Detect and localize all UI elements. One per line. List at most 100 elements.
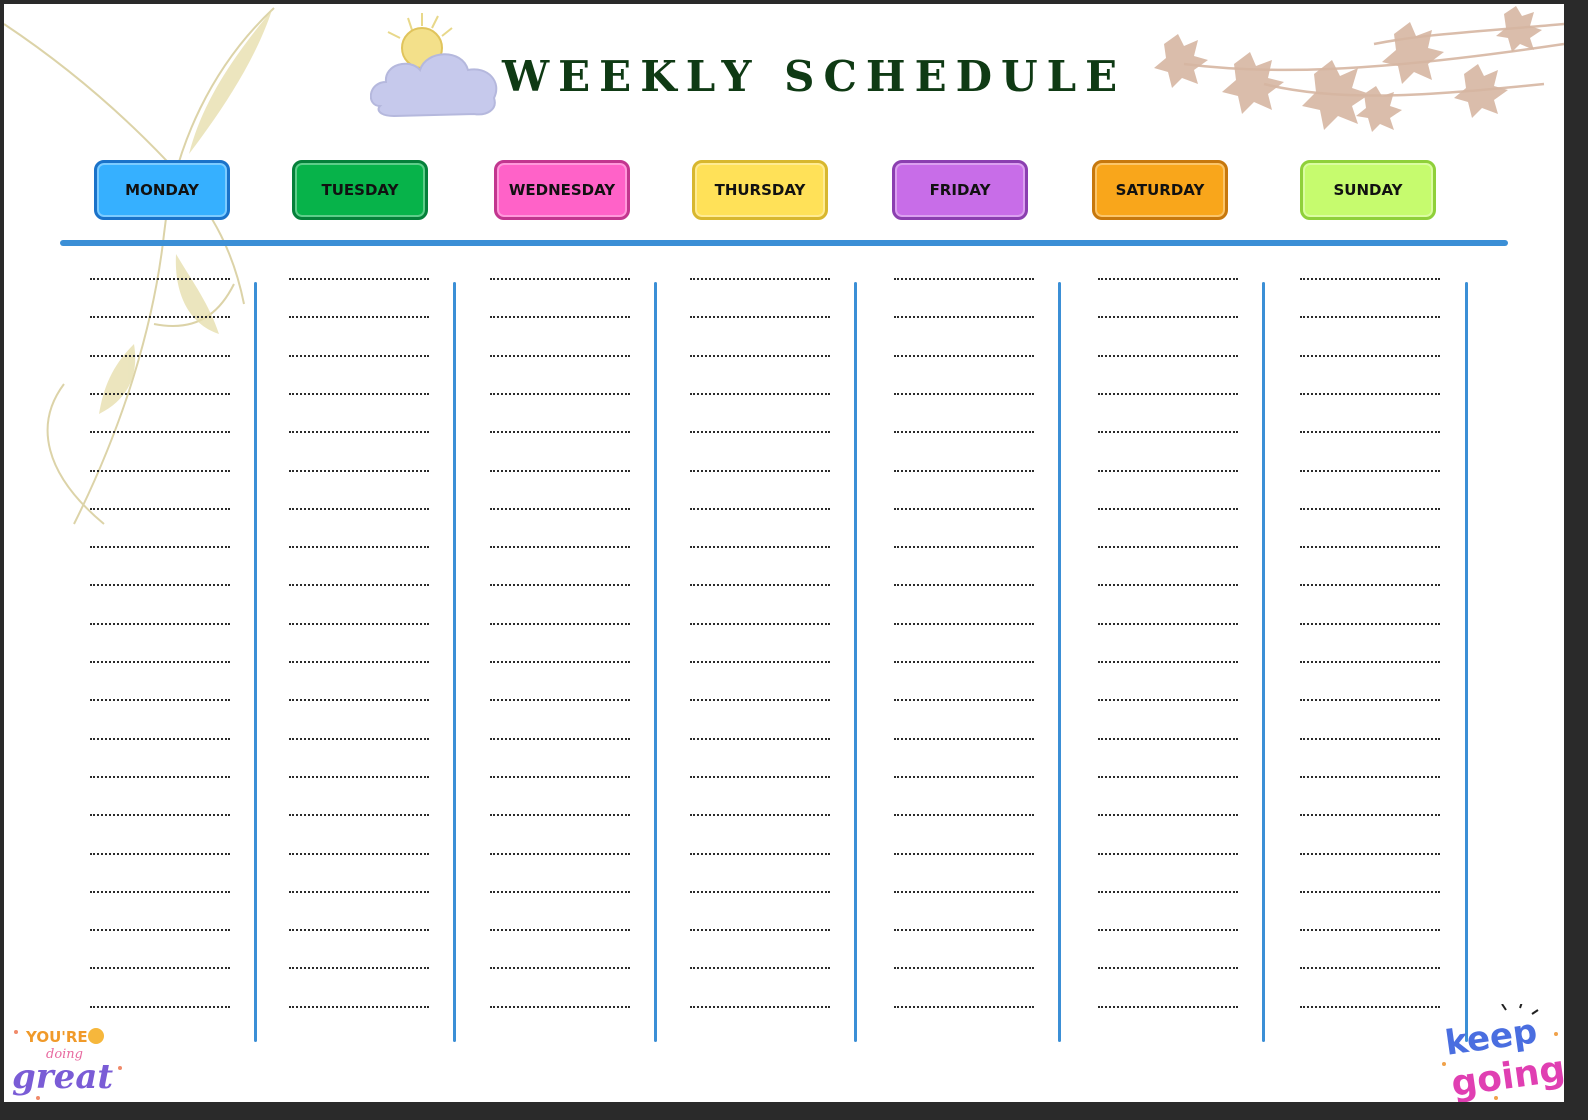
writing-line[interactable] bbox=[90, 661, 230, 663]
writing-line[interactable] bbox=[1300, 661, 1440, 663]
writing-line[interactable] bbox=[1300, 316, 1440, 318]
writing-line[interactable] bbox=[690, 584, 830, 586]
writing-line[interactable] bbox=[90, 278, 230, 280]
writing-line[interactable] bbox=[1300, 623, 1440, 625]
writing-line[interactable] bbox=[1300, 814, 1440, 816]
writing-line[interactable] bbox=[1098, 814, 1238, 816]
writing-line[interactable] bbox=[690, 776, 830, 778]
writing-line[interactable] bbox=[690, 623, 830, 625]
writing-line[interactable] bbox=[894, 393, 1034, 395]
writing-line[interactable] bbox=[289, 584, 429, 586]
writing-line[interactable] bbox=[894, 929, 1034, 931]
writing-line[interactable] bbox=[1098, 967, 1238, 969]
writing-line[interactable] bbox=[289, 546, 429, 548]
writing-line[interactable] bbox=[1098, 316, 1238, 318]
writing-line[interactable] bbox=[894, 508, 1034, 510]
writing-line[interactable] bbox=[1300, 470, 1440, 472]
writing-line[interactable] bbox=[90, 891, 230, 893]
writing-line[interactable] bbox=[289, 699, 429, 701]
writing-line[interactable] bbox=[289, 661, 429, 663]
writing-line[interactable] bbox=[490, 1006, 630, 1008]
writing-line[interactable] bbox=[894, 584, 1034, 586]
writing-line[interactable] bbox=[1300, 891, 1440, 893]
writing-line[interactable] bbox=[690, 393, 830, 395]
writing-line[interactable] bbox=[894, 891, 1034, 893]
writing-line[interactable] bbox=[90, 393, 230, 395]
writing-line[interactable] bbox=[1098, 853, 1238, 855]
writing-line[interactable] bbox=[289, 508, 429, 510]
writing-line[interactable] bbox=[1300, 584, 1440, 586]
writing-line[interactable] bbox=[894, 967, 1034, 969]
writing-line[interactable] bbox=[894, 738, 1034, 740]
writing-line[interactable] bbox=[690, 431, 830, 433]
writing-line[interactable] bbox=[289, 776, 429, 778]
writing-line[interactable] bbox=[690, 929, 830, 931]
writing-line[interactable] bbox=[490, 699, 630, 701]
writing-line[interactable] bbox=[90, 431, 230, 433]
writing-line[interactable] bbox=[1098, 431, 1238, 433]
writing-line[interactable] bbox=[690, 661, 830, 663]
writing-line[interactable] bbox=[1098, 508, 1238, 510]
writing-line[interactable] bbox=[90, 776, 230, 778]
writing-line[interactable] bbox=[1300, 508, 1440, 510]
writing-line[interactable] bbox=[90, 316, 230, 318]
writing-line[interactable] bbox=[289, 393, 429, 395]
writing-line[interactable] bbox=[894, 814, 1034, 816]
writing-line[interactable] bbox=[1098, 699, 1238, 701]
writing-line[interactable] bbox=[289, 814, 429, 816]
writing-line[interactable] bbox=[894, 776, 1034, 778]
writing-line[interactable] bbox=[490, 623, 630, 625]
writing-line[interactable] bbox=[90, 623, 230, 625]
writing-line[interactable] bbox=[90, 814, 230, 816]
writing-line[interactable] bbox=[1098, 584, 1238, 586]
writing-line[interactable] bbox=[690, 355, 830, 357]
writing-line[interactable] bbox=[690, 967, 830, 969]
writing-line[interactable] bbox=[894, 355, 1034, 357]
writing-line[interactable] bbox=[1300, 929, 1440, 931]
writing-line[interactable] bbox=[490, 316, 630, 318]
writing-line[interactable] bbox=[490, 967, 630, 969]
writing-line[interactable] bbox=[1300, 1006, 1440, 1008]
writing-line[interactable] bbox=[1300, 355, 1440, 357]
writing-line[interactable] bbox=[289, 853, 429, 855]
writing-line[interactable] bbox=[289, 738, 429, 740]
writing-line[interactable] bbox=[894, 1006, 1034, 1008]
writing-line[interactable] bbox=[90, 699, 230, 701]
writing-line[interactable] bbox=[490, 853, 630, 855]
writing-line[interactable] bbox=[289, 623, 429, 625]
writing-line[interactable] bbox=[490, 470, 630, 472]
writing-line[interactable] bbox=[1300, 431, 1440, 433]
writing-line[interactable] bbox=[1300, 278, 1440, 280]
writing-line[interactable] bbox=[90, 508, 230, 510]
writing-line[interactable] bbox=[490, 776, 630, 778]
writing-line[interactable] bbox=[490, 546, 630, 548]
writing-line[interactable] bbox=[894, 661, 1034, 663]
writing-line[interactable] bbox=[1300, 967, 1440, 969]
writing-line[interactable] bbox=[1300, 546, 1440, 548]
writing-line[interactable] bbox=[690, 738, 830, 740]
writing-line[interactable] bbox=[690, 699, 830, 701]
writing-line[interactable] bbox=[690, 470, 830, 472]
writing-line[interactable] bbox=[1098, 393, 1238, 395]
writing-line[interactable] bbox=[690, 508, 830, 510]
writing-line[interactable] bbox=[289, 316, 429, 318]
writing-line[interactable] bbox=[894, 699, 1034, 701]
writing-line[interactable] bbox=[490, 891, 630, 893]
writing-line[interactable] bbox=[1098, 278, 1238, 280]
writing-line[interactable] bbox=[1300, 738, 1440, 740]
writing-line[interactable] bbox=[490, 929, 630, 931]
writing-line[interactable] bbox=[894, 431, 1034, 433]
writing-line[interactable] bbox=[894, 623, 1034, 625]
writing-line[interactable] bbox=[1300, 393, 1440, 395]
writing-line[interactable] bbox=[690, 546, 830, 548]
writing-line[interactable] bbox=[90, 546, 230, 548]
writing-line[interactable] bbox=[894, 853, 1034, 855]
writing-line[interactable] bbox=[490, 738, 630, 740]
writing-line[interactable] bbox=[289, 1006, 429, 1008]
writing-line[interactable] bbox=[90, 738, 230, 740]
writing-line[interactable] bbox=[90, 967, 230, 969]
writing-line[interactable] bbox=[690, 814, 830, 816]
writing-line[interactable] bbox=[90, 1006, 230, 1008]
writing-line[interactable] bbox=[1098, 623, 1238, 625]
writing-line[interactable] bbox=[289, 355, 429, 357]
